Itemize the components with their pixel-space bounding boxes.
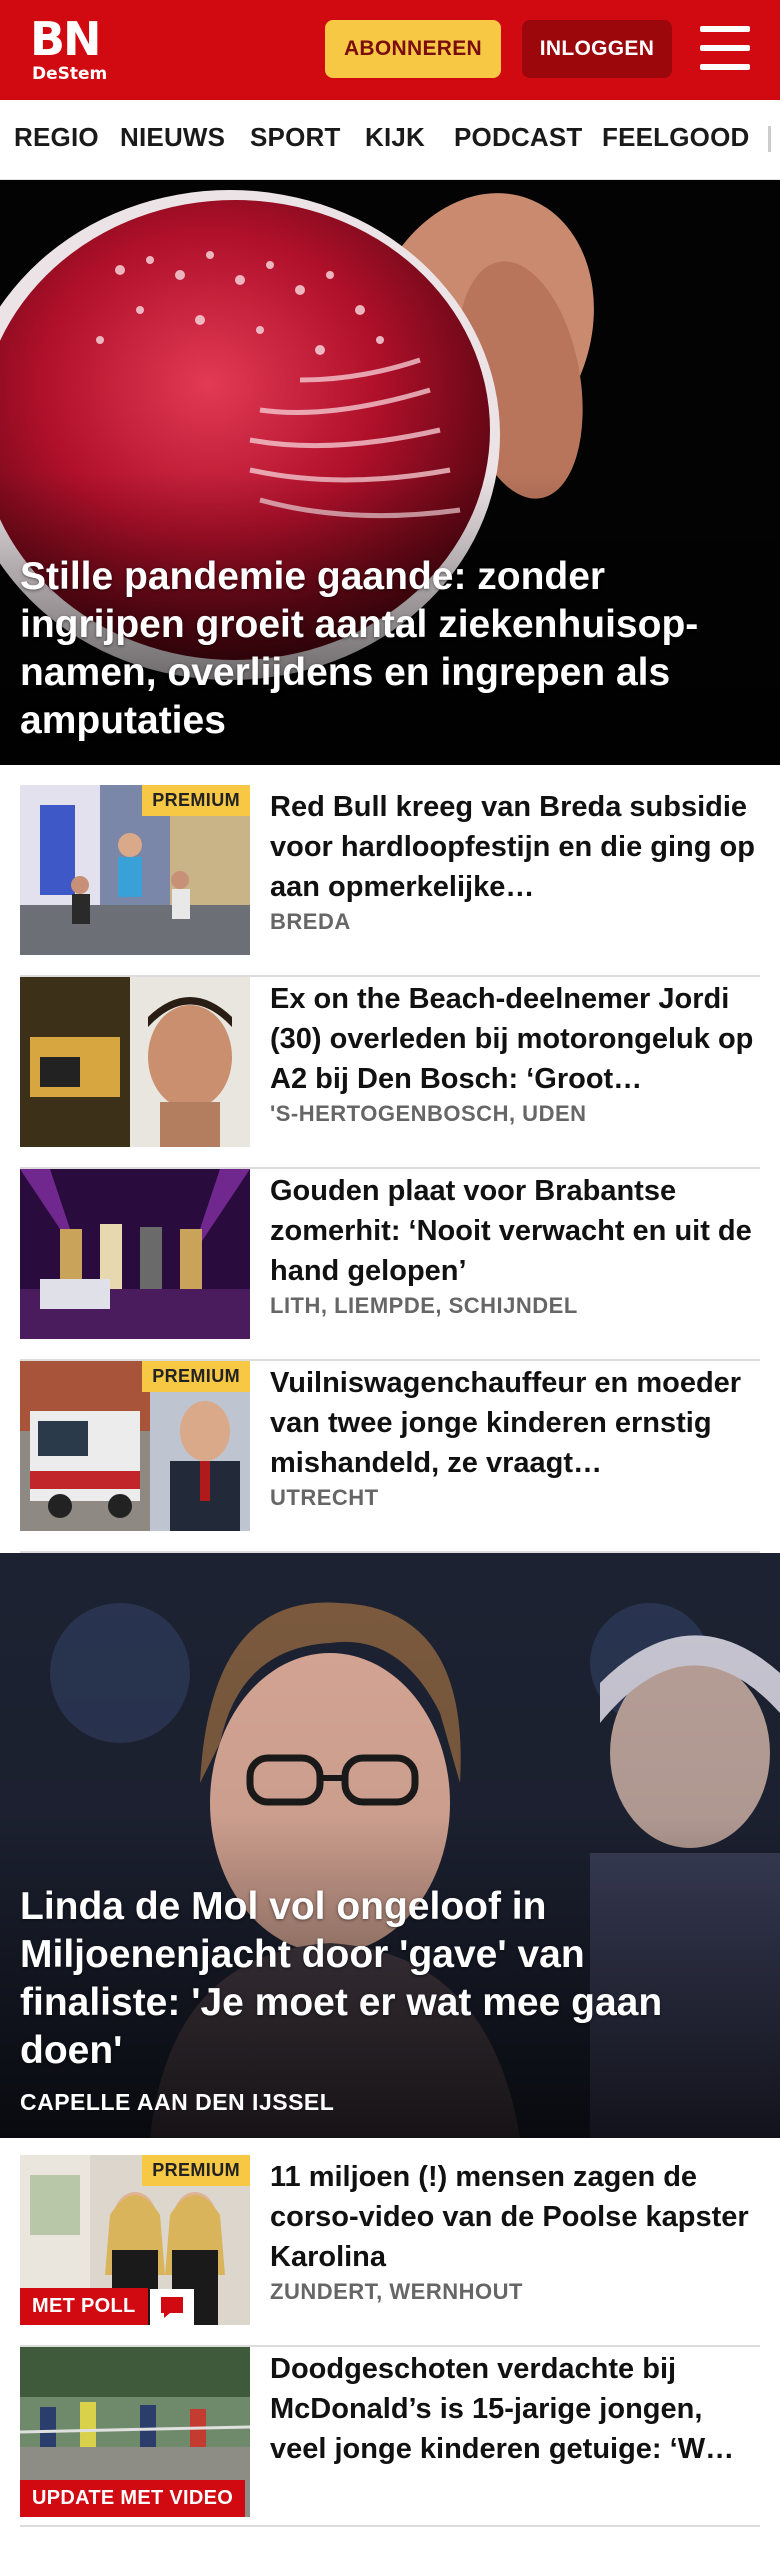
article-row[interactable]: UPDATE MET VIDEO Doodgeschoten verdachte… bbox=[20, 2347, 760, 2527]
article-row[interactable]: PREMIUM Red Bull kreeg van Breda subsidi… bbox=[20, 785, 760, 977]
section-nav: REGIO NIEUWS SPORT KIJK PODCAST FEELGOOD bbox=[0, 100, 780, 180]
thumbnail-image-portrait bbox=[20, 977, 250, 1147]
premium-badge: PREMIUM bbox=[142, 785, 250, 816]
row-divider bbox=[20, 2525, 760, 2527]
nav-item-nieuws[interactable]: NIEUWS bbox=[120, 122, 225, 153]
nav-item-kijk[interactable]: KIJK bbox=[365, 122, 425, 153]
article-row[interactable]: Ex on the Beach-deelnemer Jordi (30) ove… bbox=[20, 977, 760, 1169]
article-row[interactable]: PREMIUM Vuilniswagenchauffeur en moeder … bbox=[20, 1361, 760, 1553]
article-location: BREDA bbox=[270, 909, 351, 934]
site-logo[interactable]: BN DeStem bbox=[30, 14, 110, 86]
update-video-tag: UPDATE MET VIDEO bbox=[20, 2480, 246, 2517]
article-thumbnail[interactable]: PREMIUM bbox=[20, 785, 250, 955]
article-thumbnail[interactable] bbox=[20, 1169, 250, 1339]
article-thumbnail[interactable] bbox=[20, 977, 250, 1147]
nav-overflow-indicator bbox=[768, 126, 771, 152]
logo-subtitle: DeStem bbox=[32, 64, 108, 84]
nav-item-regio[interactable]: REGIO bbox=[14, 122, 99, 153]
hero-2-headline[interactable]: Linda de Mol vol ongeloof in Miljoenenja… bbox=[20, 1883, 750, 2075]
article-headline[interactable]: Red Bull kreeg van Breda subsidie voor h… bbox=[270, 787, 760, 907]
hero-article-1[interactable]: Stille pandemie gaande: zonder ingrijpen… bbox=[0, 180, 780, 765]
article-location: UTRECHT bbox=[270, 1485, 379, 1510]
poll-chat-icon bbox=[150, 2289, 194, 2325]
subscribe-button[interactable]: ABONNEREN bbox=[325, 20, 501, 78]
poll-tag: MET POLL bbox=[20, 2288, 148, 2325]
article-headline[interactable]: Ex on the Beach-deelnemer Jordi (30) ove… bbox=[270, 979, 760, 1099]
article-row[interactable]: PREMIUM MET POLL 11 miljoen (!) mensen z… bbox=[20, 2155, 760, 2347]
article-thumbnail[interactable]: UPDATE MET VIDEO bbox=[20, 2347, 250, 2517]
hero-1-headline[interactable]: Stille pandemie gaande: zonder ingrijpen… bbox=[20, 553, 750, 745]
article-thumbnail[interactable]: PREMIUM MET POLL bbox=[20, 2155, 250, 2325]
article-location: 'S-HERTOGENBOSCH, UDEN bbox=[270, 1101, 587, 1126]
article-thumbnail[interactable]: PREMIUM bbox=[20, 1361, 250, 1531]
premium-badge: PREMIUM bbox=[142, 1361, 250, 1392]
article-headline[interactable]: 11 miljoen (!) mensen zagen de corso-vid… bbox=[270, 2157, 760, 2277]
premium-badge: PREMIUM bbox=[142, 2155, 250, 2186]
article-location: LITH, LIEMPDE, SCHIJNDEL bbox=[270, 1293, 578, 1318]
hamburger-menu-icon[interactable] bbox=[700, 26, 750, 70]
nav-item-podcast[interactable]: PODCAST bbox=[454, 122, 583, 153]
nav-item-sport[interactable]: SPORT bbox=[250, 122, 341, 153]
site-header: BN DeStem ABONNEREN INLOGGEN bbox=[0, 0, 780, 100]
hero-article-2[interactable]: Linda de Mol vol ongeloof in Miljoenenja… bbox=[0, 1553, 780, 2138]
login-button[interactable]: INLOGGEN bbox=[522, 20, 672, 78]
article-headline[interactable]: Vuilniswagenchauffeur en moeder van twee… bbox=[270, 1363, 760, 1483]
article-row[interactable]: Gouden plaat voor Brabantse zomerhit: ‘N… bbox=[20, 1169, 760, 1361]
logo-mark: BN bbox=[30, 12, 102, 66]
article-location: ZUNDERT, WERNHOUT bbox=[270, 2279, 523, 2304]
article-headline[interactable]: Doodgeschoten verdachte bij McDonald’s i… bbox=[270, 2349, 760, 2469]
hero-2-location: CAPELLE AAN DEN IJSSEL bbox=[20, 2089, 335, 2115]
article-headline[interactable]: Gouden plaat voor Brabantse zomerhit: ‘N… bbox=[270, 1171, 760, 1291]
thumbnail-image-stage bbox=[20, 1169, 250, 1339]
nav-item-feelgood[interactable]: FEELGOOD bbox=[602, 122, 750, 153]
